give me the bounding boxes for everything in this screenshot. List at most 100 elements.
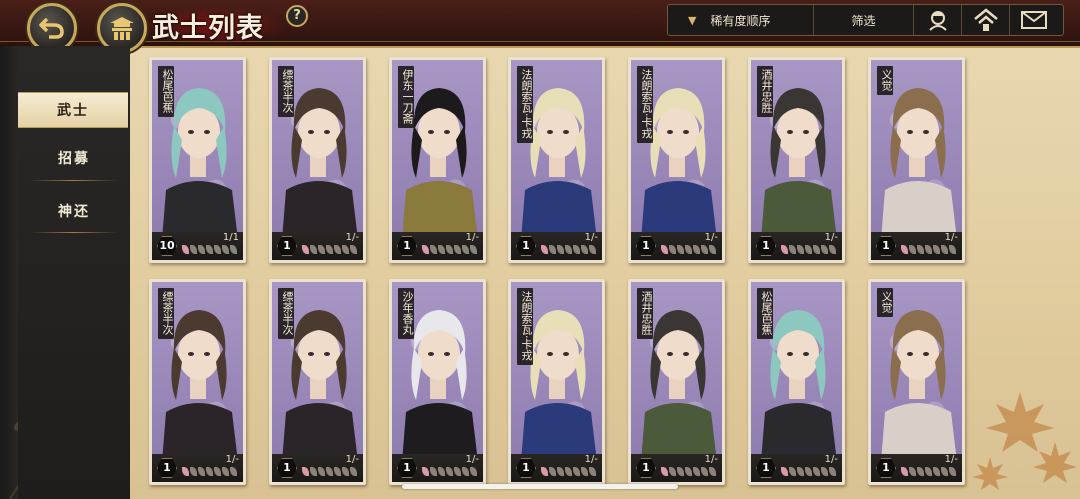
home-up-button[interactable] [962,5,1010,35]
leaf-icon [446,245,453,254]
leaf-icon [190,467,197,476]
leaf-icon [214,245,221,254]
card-name: 缥茶半次 [158,288,174,339]
samurai-card[interactable]: 松尾芭蕉 10 1/1 [149,57,246,263]
leaf-icon [709,467,716,476]
leaf-icon [909,467,916,476]
card-footer: 1 1/- [272,454,363,482]
card-name: 缥茶半次 [278,66,294,117]
card-name: 义觉 [877,66,893,95]
leaf-icon [693,467,700,476]
menu-item-recruit[interactable]: 招募 [18,141,130,175]
card-name: 伊东一刀斋 [398,66,414,128]
castle-icon [108,15,136,41]
samurai-card[interactable]: 酒井忠胜 1 1/- [628,279,725,485]
leaf-icon [589,245,596,254]
leaf-icon [789,467,796,476]
mail-icon [1021,11,1047,29]
card-footer: 1 1/- [871,232,962,260]
leaf-icon [661,467,668,476]
leaf-icon [589,467,596,476]
card-footer: 1 1/- [751,454,842,482]
samurai-card[interactable]: 缥茶半次 1 1/- [149,279,246,485]
menu-item-samurai[interactable]: 武士 [18,92,128,128]
level-badge: 10 [157,236,177,256]
samurai-card[interactable]: 义觉 1 1/- [868,279,965,485]
samurai-card[interactable]: 松尾芭蕉 1 1/- [748,279,845,485]
level-badge: 1 [277,236,297,256]
leaf-icon [342,467,349,476]
sort-dropdown[interactable]: ▼ 稀有度顺序 [668,5,814,35]
leaf-icon [302,245,309,254]
samurai-card[interactable]: 义觉 1 1/- [868,57,965,263]
leaf-icon [334,467,341,476]
card-name: 酒井忠胜 [637,288,653,339]
character-icon [928,11,947,31]
leaf-icon [797,245,804,254]
leaf-icon [557,245,564,254]
leaf-icon [685,245,692,254]
samurai-card[interactable]: 酒井忠胜 1 1/- [748,57,845,263]
side-menu: 武士 招募 神还 [18,46,130,499]
leaf-icon [805,467,812,476]
leaf-icon [933,467,940,476]
card-footer: 1 1/- [511,232,602,260]
rank-leaves [901,245,956,254]
help-button[interactable]: ? [286,5,308,27]
card-count: 1/- [584,232,598,243]
leaf-icon [781,467,788,476]
leaf-icon [430,467,437,476]
leaf-icon [901,245,908,254]
leaf-icon [206,245,213,254]
leaf-icon [821,467,828,476]
leaf-icon [917,467,924,476]
leaf-icon [829,245,836,254]
rank-leaves [422,245,477,254]
leaf-icon [669,467,676,476]
rank-leaves [541,245,596,254]
leaf-icon [685,467,692,476]
samurai-card[interactable]: 沙年香丸 1 1/- [389,279,486,485]
leaf-icon [422,245,429,254]
home-up-icon [973,8,998,31]
samurai-card[interactable]: 缥茶半次 1 1/- [269,279,366,485]
page-title-wrap: 武士列表 [146,0,286,50]
filter-button[interactable]: 筛选 [814,5,914,35]
card-count: 1/- [225,454,239,465]
card-footer: 10 1/1 [152,232,243,260]
menu-item-return[interactable]: 神还 [18,194,130,228]
leaf-icon [326,245,333,254]
card-name: 松尾芭蕉 [757,288,773,339]
leaf-icon [709,245,716,254]
leaf-icon [446,467,453,476]
leaf-icon [669,245,676,254]
home-indicator[interactable] [402,484,678,489]
samurai-card[interactable]: 法朗索瓦·卡戎 1 1/- [508,57,605,263]
rank-leaves [302,245,357,254]
samurai-card[interactable]: 法朗索瓦·卡戎 1 1/- [508,279,605,485]
leaf-icon [565,245,572,254]
card-footer: 1 1/- [392,454,483,482]
samurai-card[interactable]: 法朗索瓦·卡戎 1 1/- [628,57,725,263]
card-name: 法朗索瓦·卡戎 [637,66,653,143]
leaf-icon [198,245,205,254]
leaf-icon [941,245,948,254]
leaf-icon [677,245,684,254]
leaf-icon [941,467,948,476]
leaf-icon [462,245,469,254]
leaf-icon [677,467,684,476]
leaf-icon [302,467,309,476]
menu-label: 武士 [57,103,89,119]
samurai-card[interactable]: 缥茶半次 1 1/- [269,57,366,263]
card-count: 1/- [824,454,838,465]
leaf-icon [454,245,461,254]
card-name: 法朗索瓦·卡戎 [517,288,533,365]
samurai-card[interactable]: 伊东一刀斋 1 1/- [389,57,486,263]
leaf-icon [326,467,333,476]
card-footer: 1 1/- [272,232,363,260]
character-button[interactable] [914,5,962,35]
card-name: 松尾芭蕉 [158,66,174,117]
mail-button[interactable] [1010,5,1058,35]
rank-leaves [661,467,716,476]
card-name: 酒井忠胜 [757,66,773,117]
